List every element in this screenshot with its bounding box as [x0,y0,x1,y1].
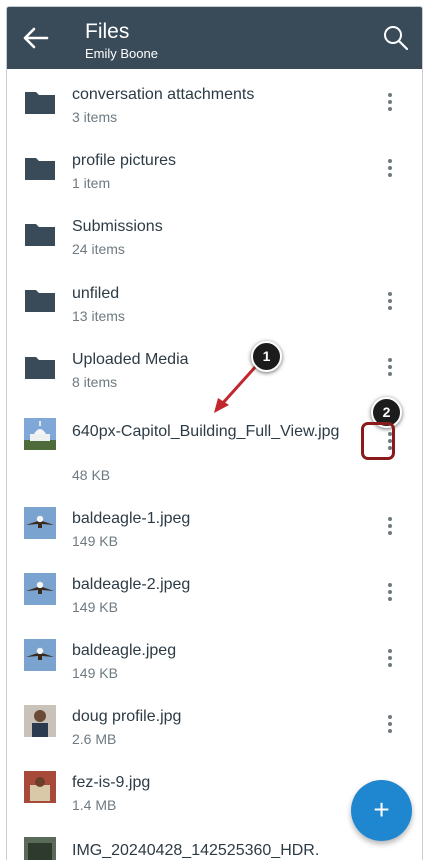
kebab-highlight-box [361,422,395,460]
callout-badge-1: 1 [251,341,282,372]
